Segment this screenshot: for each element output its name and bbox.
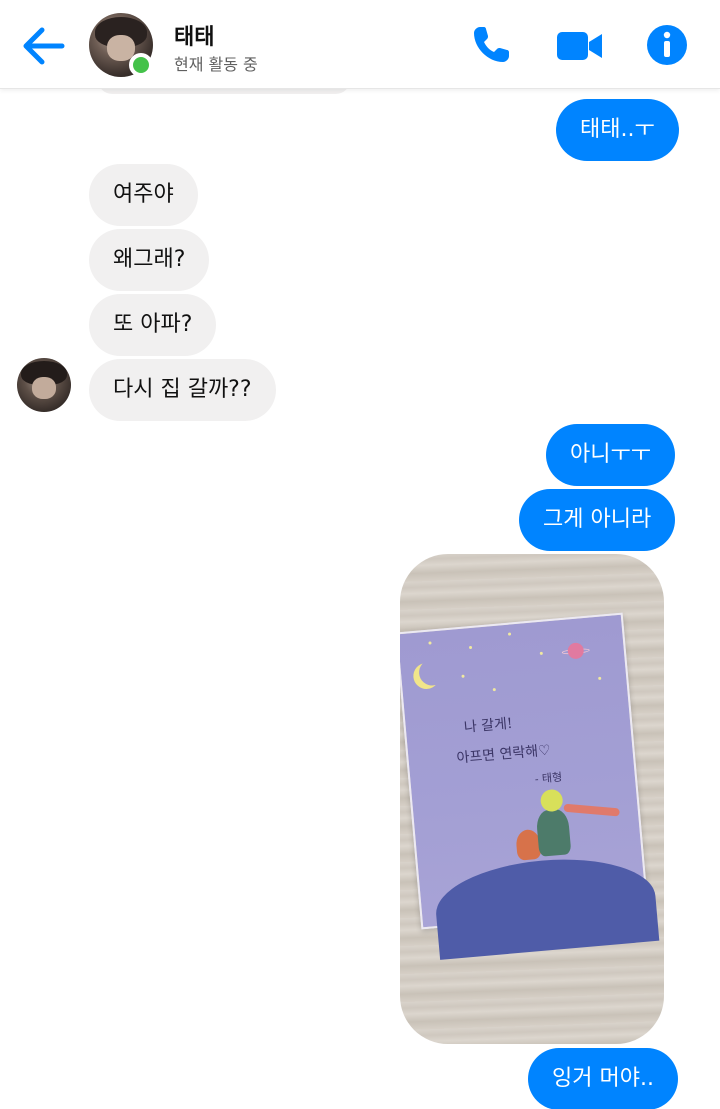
avatar-face	[32, 377, 56, 399]
planet-hill-drawing	[432, 851, 660, 960]
back-button[interactable]	[20, 24, 68, 68]
card-text-line: 나 갈게!	[463, 715, 514, 736]
chat-header: 태태 현재 활동 중	[0, 0, 720, 89]
online-status-indicator	[129, 53, 153, 77]
star	[598, 676, 602, 680]
message-received[interactable]: 또 아파?	[89, 294, 217, 356]
card-text-line: 아프면 연락해♡	[455, 742, 552, 767]
star	[507, 632, 512, 636]
contact-avatar-small[interactable]	[17, 358, 71, 412]
photo-message[interactable]: 나 갈게! 아프면 연락해♡ - 태형	[400, 554, 664, 1044]
planet-drawing	[567, 642, 585, 660]
message-received[interactable]: 다시 집 갈까??	[89, 359, 276, 421]
contact-status: 현재 활동 중	[174, 55, 258, 74]
prince-head-drawing	[539, 788, 564, 813]
star	[461, 674, 465, 678]
star	[539, 651, 543, 655]
postcard-image: 나 갈게! 아프면 연락해♡ - 태형	[400, 612, 660, 960]
scarf-drawing	[563, 803, 620, 817]
phone-icon	[474, 27, 509, 62]
prince-body-drawing	[535, 808, 572, 857]
video-call-button[interactable]	[556, 30, 604, 62]
contact-name[interactable]: 태태	[174, 19, 214, 51]
message-sent[interactable]: 잉거 머야..	[528, 1048, 678, 1109]
message-received[interactable]: 왜그래?	[89, 229, 210, 291]
video-camera-icon	[557, 32, 602, 60]
star	[492, 687, 496, 692]
call-button[interactable]	[470, 24, 514, 66]
info-button[interactable]	[646, 24, 688, 66]
moon-drawing	[418, 658, 446, 686]
message-sent[interactable]: 태태..ㅜ	[556, 99, 679, 161]
star	[468, 645, 473, 650]
star	[428, 641, 432, 645]
message-received[interactable]: 여주야	[89, 164, 198, 226]
card-text-signature: - 태형	[534, 770, 563, 786]
info-icon	[647, 25, 687, 65]
message-sent[interactable]: 그게 아니라	[519, 489, 676, 551]
message-sent[interactable]: 아니ㅜㅜ	[546, 424, 675, 486]
arrow-left-icon	[23, 27, 65, 65]
